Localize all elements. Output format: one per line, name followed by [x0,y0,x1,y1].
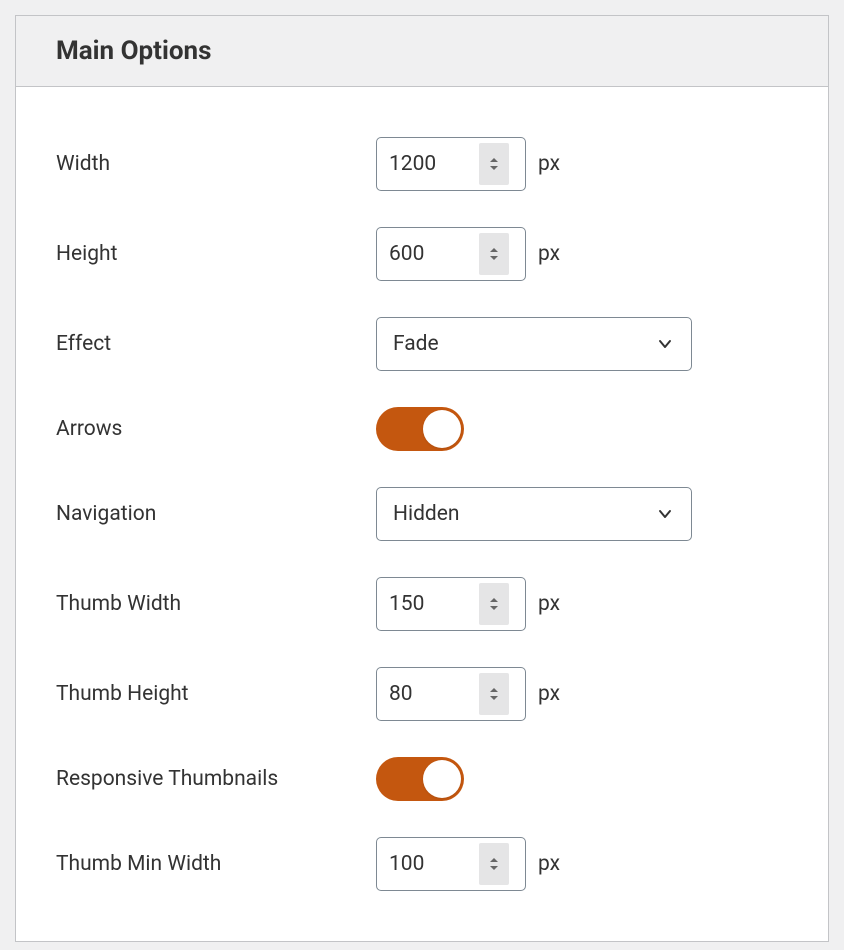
thumb-height-label: Thumb Height [56,680,376,708]
height-input-wrapper[interactable] [376,227,526,281]
chevron-down-icon [655,504,675,524]
field-thumb-min-width: Thumb Min Width px [56,837,788,891]
responsive-thumbs-control [376,757,464,801]
toggle-knob [423,410,461,448]
navigation-value: Hidden [393,502,460,526]
width-input[interactable] [389,152,479,176]
stepper-down-icon [488,254,500,262]
field-thumb-width: Thumb Width px [56,577,788,631]
thumb-width-input[interactable] [389,592,479,616]
arrows-label: Arrows [56,415,376,443]
effect-label: Effect [56,330,376,358]
stepper-up-icon [488,686,500,694]
responsive-thumbs-toggle[interactable] [376,757,464,801]
effect-control: Fade [376,317,692,371]
width-label: Width [56,150,376,178]
thumb-min-width-unit: px [538,852,560,876]
thumb-height-unit: px [538,682,560,706]
arrows-toggle[interactable] [376,407,464,451]
chevron-down-icon [655,334,675,354]
stepper-up-icon [488,596,500,604]
thumb-width-unit: px [538,592,560,616]
field-responsive-thumbs: Responsive Thumbnails [56,757,788,801]
effect-select[interactable]: Fade [376,317,692,371]
thumb-width-stepper[interactable] [479,583,509,625]
height-control: px [376,227,560,281]
height-input[interactable] [389,242,479,266]
navigation-control: Hidden [376,487,692,541]
width-control: px [376,137,560,191]
thumb-height-input[interactable] [389,682,479,706]
thumb-width-label: Thumb Width [56,590,376,618]
field-navigation: Navigation Hidden [56,487,788,541]
thumb-height-control: px [376,667,560,721]
field-arrows: Arrows [56,407,788,451]
stepper-up-icon [488,246,500,254]
effect-value: Fade [393,332,439,356]
width-input-wrapper[interactable] [376,137,526,191]
thumb-width-input-wrapper[interactable] [376,577,526,631]
thumb-min-width-input-wrapper[interactable] [376,837,526,891]
stepper-up-icon [488,856,500,864]
width-unit: px [538,152,560,176]
stepper-up-icon [488,156,500,164]
panel-header: Main Options [16,16,828,87]
width-stepper[interactable] [479,143,509,185]
thumb-min-width-control: px [376,837,560,891]
stepper-down-icon [488,604,500,612]
thumb-height-input-wrapper[interactable] [376,667,526,721]
responsive-thumbs-label: Responsive Thumbnails [56,765,376,793]
toggle-knob [423,760,461,798]
thumb-min-width-label: Thumb Min Width [56,850,376,878]
stepper-down-icon [488,864,500,872]
height-stepper[interactable] [479,233,509,275]
field-width: Width px [56,137,788,191]
arrows-control [376,407,464,451]
thumb-width-control: px [376,577,560,631]
thumb-min-width-stepper[interactable] [479,843,509,885]
panel-title: Main Options [56,36,788,66]
navigation-label: Navigation [56,500,376,528]
thumb-min-width-input[interactable] [389,852,479,876]
thumb-height-stepper[interactable] [479,673,509,715]
stepper-down-icon [488,694,500,702]
field-height: Height px [56,227,788,281]
main-options-panel: Main Options Width px Height [15,15,829,942]
field-thumb-height: Thumb Height px [56,667,788,721]
panel-body: Width px Height [16,87,828,941]
height-label: Height [56,240,376,268]
navigation-select[interactable]: Hidden [376,487,692,541]
stepper-down-icon [488,164,500,172]
field-effect: Effect Fade [56,317,788,371]
height-unit: px [538,242,560,266]
